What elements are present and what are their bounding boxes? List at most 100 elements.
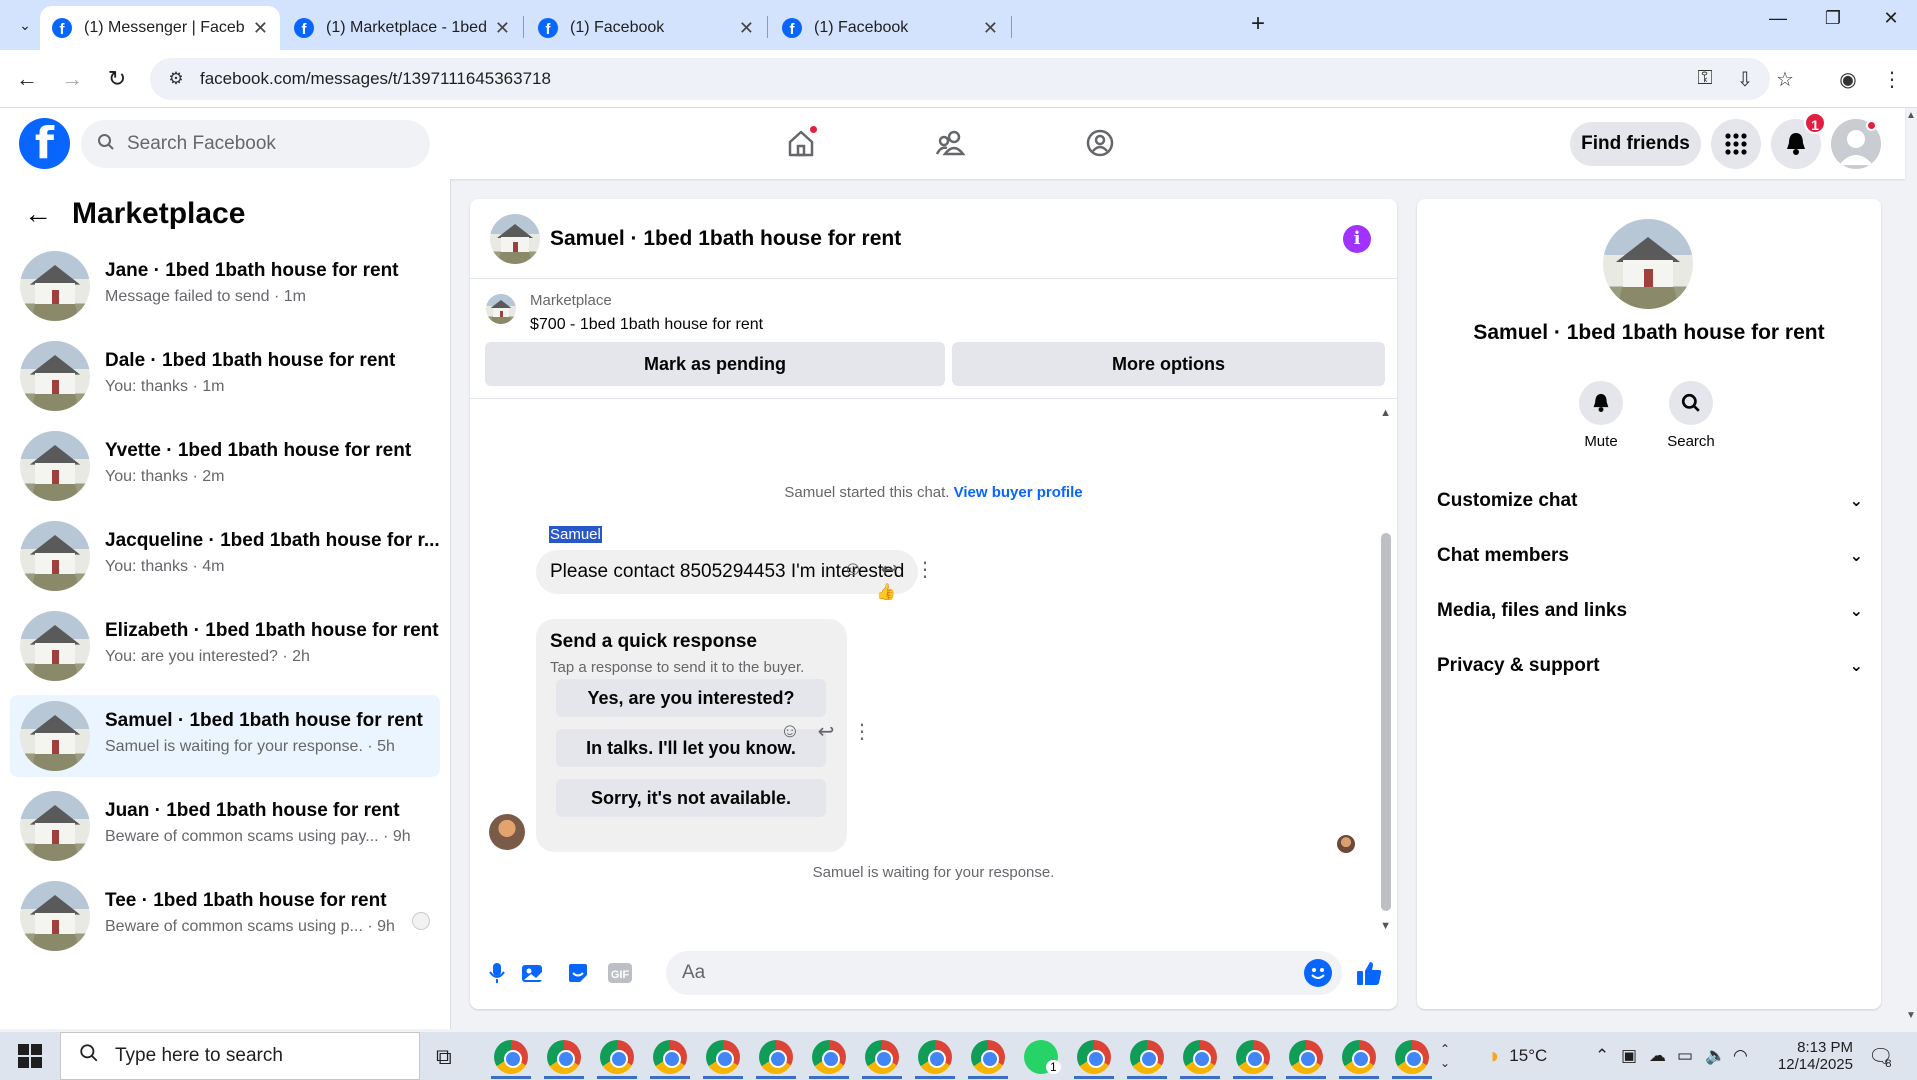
search-input[interactable] (127, 133, 407, 155)
menu-kebab-icon[interactable]: ⋮ (1877, 67, 1907, 92)
forward-button[interactable]: → (55, 62, 89, 96)
facebook-logo[interactable]: f (19, 118, 70, 169)
conversation-item[interactable]: Jacqueline · 1bed 1bath house for r... Y… (10, 515, 440, 597)
conversation-item[interactable]: Jane · 1bed 1bath house for rent Message… (10, 245, 440, 327)
reload-button[interactable]: ↻ (100, 62, 134, 96)
more-kebab-icon[interactable]: ⋮ (907, 557, 943, 582)
tab-facebook-2[interactable]: f (1) Facebook ✕ (770, 6, 1010, 50)
thumbs-up-send-icon[interactable] (1354, 958, 1384, 988)
close-icon[interactable]: ✕ (983, 18, 998, 39)
scrollbar-thumb[interactable] (1381, 533, 1391, 911)
taskbar-overflow-arrows[interactable]: ⌃ ⌄ (1440, 1032, 1450, 1080)
conversation-item[interactable]: Yvette · 1bed 1bath house for rent You: … (10, 425, 440, 507)
wifi-icon[interactable]: ◠ (1733, 1046, 1761, 1066)
chrome-app-icon[interactable] (812, 1040, 846, 1074)
site-info-icon[interactable]: ⚙ (156, 69, 196, 89)
bookmark-star-icon[interactable]: ☆ (1770, 67, 1800, 92)
reply-icon[interactable]: ↩ (871, 557, 907, 582)
chrome-app-icon[interactable] (918, 1040, 952, 1074)
quick-reply-button[interactable]: Sorry, it's not available. (556, 779, 826, 817)
close-icon[interactable]: ✕ (253, 18, 268, 39)
customize-chat-section[interactable]: Customize chat ⌄ (1437, 481, 1867, 521)
photo-icon[interactable] (518, 958, 548, 988)
chrome-app-icon[interactable] (759, 1040, 793, 1074)
find-friends-button[interactable]: Find friends (1570, 122, 1701, 166)
privacy-support-section[interactable]: Privacy & support ⌄ (1437, 646, 1867, 686)
chrome-app-icon[interactable] (971, 1040, 1005, 1074)
sticker-icon[interactable] (563, 958, 593, 988)
listing-house-avatar[interactable] (1603, 219, 1693, 309)
weather-widget[interactable]: ◑ 15°C (1486, 1032, 1547, 1080)
taskbar-search[interactable]: Type here to search (60, 1032, 420, 1080)
chrome-app-icon[interactable] (1077, 1040, 1111, 1074)
media-files-section[interactable]: Media, files and links ⌄ (1437, 591, 1867, 631)
more-kebab-icon[interactable]: ⋮ (844, 719, 880, 744)
gif-icon[interactable]: GIF (605, 958, 635, 988)
address-bar[interactable]: ⚙ facebook.com/messages/t/13971116453637… (150, 58, 1770, 100)
windows-start-icon[interactable] (18, 1044, 42, 1068)
mark-pending-button[interactable]: Mark as pending (485, 342, 945, 386)
volume-icon[interactable]: 🔈 (1705, 1046, 1733, 1066)
nav-groups[interactable] (1077, 120, 1123, 166)
page-scroll-up-arrow[interactable]: ▲ (1905, 110, 1917, 121)
quick-reply-button[interactable]: Yes, are you interested? (556, 679, 826, 717)
nav-home[interactable] (778, 120, 824, 166)
search-conversation-button[interactable]: Search (1651, 381, 1731, 450)
profile-icon[interactable]: ◉ (1833, 67, 1863, 92)
page-scroll-down-arrow[interactable]: ▼ (1905, 1010, 1917, 1021)
password-key-icon[interactable]: ⚿ (1690, 67, 1720, 90)
listing-house-avatar[interactable] (490, 214, 540, 264)
clock[interactable]: 8:13 PM 12/14/2025 (1773, 1032, 1853, 1080)
close-icon[interactable]: ✕ (739, 18, 754, 39)
conversation-item-selected[interactable]: Samuel · 1bed 1bath house for rent Samue… (10, 695, 440, 777)
chrome-app-icon[interactable] (1342, 1040, 1376, 1074)
chrome-app-icon[interactable] (600, 1040, 634, 1074)
message-input[interactable] (682, 962, 1262, 984)
microphone-icon[interactable] (482, 958, 512, 988)
listing-thumbnail[interactable] (486, 294, 516, 324)
notification-center[interactable]: 🗨 8 (1868, 1032, 1900, 1080)
view-buyer-profile-link[interactable]: View buyer profile (954, 484, 1083, 501)
facebook-search[interactable] (81, 120, 430, 168)
restore-button[interactable]: ❐ (1813, 8, 1853, 29)
react-emoji-icon[interactable]: ☺ (772, 720, 808, 743)
battery-icon[interactable]: ▭ (1677, 1046, 1705, 1066)
menu-button[interactable] (1711, 119, 1761, 169)
scroll-down-arrow[interactable]: ▼ (1380, 920, 1391, 932)
meet-icon[interactable]: ▣ (1621, 1046, 1649, 1066)
tab-facebook-1[interactable]: f (1) Facebook ✕ (526, 6, 766, 50)
nav-friends[interactable] (928, 120, 974, 166)
chat-title[interactable]: Samuel · 1bed 1bath house for rent (550, 227, 901, 251)
chrome-app-icon[interactable] (653, 1040, 687, 1074)
more-options-button[interactable]: More options (952, 342, 1385, 386)
conversation-item[interactable]: Juan · 1bed 1bath house for rent Beware … (10, 785, 440, 867)
chrome-app-icon[interactable] (1183, 1040, 1217, 1074)
conversation-item[interactable]: Elizabeth · 1bed 1bath house for rent Yo… (10, 605, 440, 687)
emoji-icon[interactable] (1304, 959, 1332, 987)
thumbs-up-reaction-icon[interactable]: 👍 (876, 582, 896, 602)
listing-price[interactable]: $700 - 1bed 1bath house for rent (530, 316, 763, 334)
message-input-box[interactable] (666, 951, 1342, 995)
buyer-avatar[interactable] (489, 814, 525, 850)
conversation-item[interactable]: Dale · 1bed 1bath house for rent You: th… (10, 335, 440, 417)
tab-marketplace[interactable]: f (1) Marketplace - 1bed 1bath h ✕ (282, 6, 522, 50)
conversation-item[interactable]: Tee · 1bed 1bath house for rent Beware o… (10, 875, 440, 957)
chrome-app-icon[interactable] (1289, 1040, 1323, 1074)
chrome-app-icon[interactable] (1395, 1040, 1429, 1074)
mute-button[interactable]: Mute (1561, 381, 1641, 450)
new-tab-button[interactable]: + (1243, 10, 1273, 40)
back-button[interactable]: ← (10, 62, 44, 96)
reply-icon[interactable]: ↩ (808, 719, 844, 744)
tab-messenger[interactable]: f (1) Messenger | Facebook ✕ (40, 6, 280, 50)
tray-chevron-icon[interactable]: ⌃ (1595, 1046, 1621, 1066)
chrome-app-icon[interactable] (494, 1040, 528, 1074)
tab-search-button[interactable]: ⌄ (8, 8, 42, 42)
chrome-app-icon[interactable] (706, 1040, 740, 1074)
minimize-button[interactable]: — (1758, 8, 1798, 29)
install-app-icon[interactable]: ⇩ (1730, 67, 1760, 92)
task-view-icon[interactable]: ⧉ (436, 1044, 452, 1070)
chrome-app-icon[interactable] (1130, 1040, 1164, 1074)
onedrive-icon[interactable]: ☁ (1649, 1046, 1677, 1066)
scroll-up-arrow[interactable]: ▲ (1380, 407, 1391, 419)
window-close-button[interactable]: ✕ (1871, 8, 1911, 29)
